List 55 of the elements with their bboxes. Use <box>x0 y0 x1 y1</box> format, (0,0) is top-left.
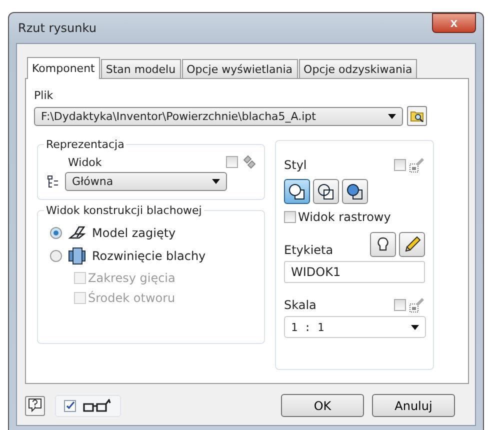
pencil-icon <box>403 236 421 254</box>
checkbox-label: Zakresy gięcia <box>88 271 176 285</box>
edit-label-button[interactable] <box>399 232 425 257</box>
checkbox-label: Środek otworu <box>88 291 176 305</box>
link-icon <box>242 155 256 169</box>
tab[interactable]: Stan modelu <box>100 59 181 78</box>
help-icon <box>28 398 42 413</box>
flat-sheet-icon <box>68 247 86 265</box>
checkbox[interactable] <box>394 159 406 171</box>
folded-sheet-icon <box>68 225 86 241</box>
checkbox[interactable] <box>64 400 76 412</box>
browse-button[interactable] <box>407 106 427 126</box>
checkbox[interactable] <box>394 299 406 311</box>
window-title: Rzut rysunku <box>18 21 96 35</box>
option-label: Rozwinięcie blachy <box>92 249 206 263</box>
tab[interactable]: Opcje wyświetlania <box>182 59 298 78</box>
label-field[interactable]: WIDOK1 <box>284 261 425 283</box>
bulb-icon <box>377 236 389 252</box>
checkbox-label: Widok rastrowy <box>298 210 391 224</box>
style-button[interactable] <box>313 179 339 204</box>
label-label: Etykieta <box>284 243 334 257</box>
style-button[interactable] <box>284 179 310 204</box>
tab[interactable]: Opcje odzyskiwania <box>298 59 418 78</box>
label-toggle-button[interactable] <box>370 232 396 257</box>
caret-icon <box>388 114 396 118</box>
preview-toggle[interactable] <box>55 394 121 416</box>
style-label: Styl <box>284 158 308 172</box>
scale-dropdown[interactable]: 1 : 1 <box>284 316 426 338</box>
dialog-button[interactable]: Anuluj <box>372 394 455 417</box>
folder-icon <box>410 110 424 122</box>
radio-button[interactable] <box>50 250 62 262</box>
sphere-cube-icon <box>288 182 306 200</box>
caret-icon <box>212 179 220 184</box>
help-button[interactable] <box>25 396 45 416</box>
option-label: Model zagięty <box>92 226 176 240</box>
shaded-sphere-cube-icon <box>346 182 364 200</box>
sphere-cube-icon <box>317 182 335 200</box>
file-dropdown[interactable]: F:\Dydaktyka\Inventor\Powierzchnie\blacha5_A.ipt <box>34 106 403 126</box>
glasses-icon <box>82 398 112 412</box>
tab[interactable]: Komponent <box>27 57 100 79</box>
dialog-button[interactable]: OK <box>281 394 364 417</box>
style-link-icon <box>409 157 425 173</box>
view-label: Widok <box>68 156 103 168</box>
group-legend: Widok konstrukcji blachowej <box>44 204 204 217</box>
checkbox[interactable] <box>284 211 296 223</box>
style-button[interactable] <box>342 179 368 204</box>
file-label: Plik <box>34 89 54 102</box>
style-link-icon <box>409 297 425 313</box>
scale-label: Skala <box>284 298 318 312</box>
view-dropdown[interactable]: Główna <box>65 172 227 191</box>
checkbox[interactable] <box>226 156 238 168</box>
caret-icon <box>411 324 419 330</box>
group-legend: Reprezentacja <box>44 138 126 151</box>
check-icon <box>66 401 74 410</box>
radio-button[interactable] <box>50 227 62 239</box>
